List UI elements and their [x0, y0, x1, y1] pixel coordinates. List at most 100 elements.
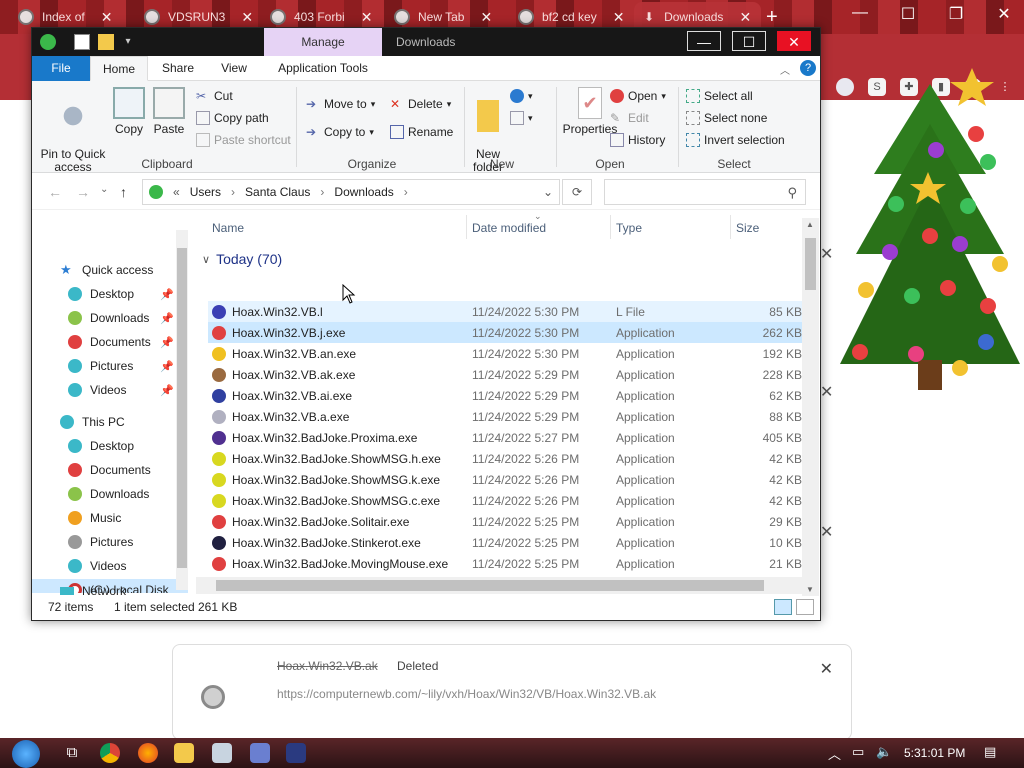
copy-button[interactable]: Copy	[112, 87, 146, 136]
search-input[interactable]: ⚲	[604, 179, 806, 205]
restore-button[interactable]: ❐	[936, 4, 976, 24]
chevron-down-icon[interactable]: ▾	[120, 34, 136, 50]
close-icon[interactable]: ✕	[820, 522, 833, 542]
chevron-down-icon[interactable]: ⌄	[100, 184, 108, 195]
paste-button[interactable]: Paste	[152, 87, 186, 136]
remove-download-button[interactable]: ✕	[820, 659, 833, 679]
invert-selection-button[interactable]: Invert selection	[686, 133, 785, 147]
new-folder-icon[interactable]	[98, 34, 114, 50]
scroll-thumb[interactable]	[216, 580, 764, 591]
rename-button[interactable]: Rename	[390, 125, 453, 139]
manage-tab[interactable]: Manage	[264, 28, 382, 56]
close-button[interactable]: ✕	[777, 31, 811, 51]
group-header[interactable]: ∨ Today (70)	[202, 251, 282, 267]
column-name[interactable]: Name	[212, 221, 244, 235]
clock[interactable]: 5:31:01 PM	[904, 746, 965, 760]
open-button[interactable]: Open ▾	[610, 89, 666, 103]
nav-item-documents[interactable]: Documents 📌	[32, 331, 188, 353]
forward-arrow-icon[interactable]: →	[76, 184, 90, 200]
close-icon[interactable]: ✕	[739, 9, 751, 26]
history-button[interactable]: History	[610, 133, 665, 147]
close-button[interactable]: ✕	[984, 4, 1024, 24]
scroll-up-icon[interactable]: ▲	[806, 220, 814, 229]
column-divider[interactable]	[466, 215, 467, 239]
scroll-thumb[interactable]	[805, 238, 816, 290]
column-divider[interactable]	[730, 215, 731, 239]
minimize-button[interactable]: —	[687, 31, 721, 51]
download-url[interactable]: https://computernewb.com/~lily/vxh/Hoax/…	[277, 687, 656, 701]
scroll-down-icon[interactable]: ▼	[806, 585, 814, 594]
nav-item-downloads[interactable]: Downloads 📌	[32, 307, 188, 329]
nav-network[interactable]: Network	[60, 586, 170, 596]
paste-shortcut-button[interactable]: Paste shortcut	[196, 133, 291, 147]
tab-view[interactable]: View	[208, 56, 260, 81]
vertical-scrollbar[interactable]: ▲ ▼	[802, 218, 819, 596]
close-icon[interactable]: ✕	[613, 9, 625, 26]
file-row[interactable]: Hoax.Win32.BadJoke.ShowMSG.c.exe 11/24/20…	[208, 490, 802, 511]
large-icons-view-button[interactable]	[796, 599, 814, 615]
file-explorer-icon[interactable]	[174, 743, 194, 763]
app-icon[interactable]	[250, 743, 270, 763]
file-row[interactable]: Hoax.Win32.BadJoke.Stinkerot.exe 11/24/20…	[208, 532, 802, 553]
task-view-icon[interactable]: ⧉	[62, 743, 82, 763]
file-row[interactable]: Hoax.Win32.VB.l 11/24/2022 5:30 PM L File 8…	[208, 301, 802, 322]
move-to-button[interactable]: ➔ Move to ▾	[306, 97, 375, 111]
chevron-up-icon[interactable]: ︿	[828, 744, 841, 763]
firefox-icon[interactable]	[138, 743, 158, 763]
properties-icon[interactable]	[74, 34, 90, 50]
file-row[interactable]: Hoax.Win32.VB.ai.exe 11/24/2022 5:29 PM Ap…	[208, 385, 802, 406]
tab-file[interactable]: File	[32, 56, 90, 81]
file-row[interactable]: Hoax.Win32.VB.j.exe 11/24/2022 5:30 PM App…	[208, 322, 802, 343]
nav-pc-documents[interactable]: Documents	[32, 459, 188, 481]
details-view-button[interactable]	[774, 599, 792, 615]
nav-pc-desktop[interactable]: Desktop	[32, 435, 188, 457]
tab-share[interactable]: Share	[152, 56, 204, 81]
close-icon[interactable]: ✕	[241, 9, 253, 26]
close-icon[interactable]: ✕	[820, 244, 833, 264]
nav-quick-access[interactable]: ★ Quick access	[32, 259, 188, 281]
refresh-button[interactable]: ⟳	[562, 179, 592, 205]
close-icon[interactable]: ✕	[361, 9, 373, 26]
back-arrow-icon[interactable]: ←	[48, 184, 62, 200]
help-icon[interactable]: ?	[800, 60, 816, 76]
breadcrumb-users[interactable]: Users	[190, 185, 221, 199]
chrome-icon[interactable]	[100, 743, 120, 763]
file-row[interactable]: Hoax.Win32.VB.ak.exe 11/24/2022 5:29 PM Ap…	[208, 364, 802, 385]
nav-item-pictures[interactable]: Pictures 📌	[32, 355, 188, 377]
nav-item-videos[interactable]: Videos 📌	[32, 379, 188, 401]
title-bar[interactable]: ▾ Manage Downloads — ☐ ✕	[32, 28, 820, 56]
nav-pc-pictures[interactable]: Pictures	[32, 531, 188, 553]
network-icon[interactable]: ▭	[852, 744, 864, 760]
maximize-button[interactable]: ☐	[888, 4, 928, 24]
up-arrow-icon[interactable]: ↑	[120, 184, 127, 200]
breadcrumb-overflow[interactable]: «	[173, 185, 180, 199]
close-icon[interactable]: ✕	[101, 9, 113, 26]
app-icon[interactable]	[286, 743, 306, 763]
breadcrumb-santa-claus[interactable]: Santa Claus	[245, 185, 310, 199]
app-icon[interactable]	[212, 743, 232, 763]
column-size[interactable]: Size	[736, 221, 759, 235]
nav-item-desktop[interactable]: Desktop 📌	[32, 283, 188, 305]
file-row[interactable]: Hoax.Win32.BadJoke.ShowMSG.h.exe 11/24/20…	[208, 448, 802, 469]
pin-to-quick-access-button[interactable]: Pin to Quick access	[40, 87, 106, 174]
column-type[interactable]: Type	[616, 221, 642, 235]
select-none-button[interactable]: Select none	[686, 111, 767, 125]
file-row[interactable]: Hoax.Win32.VB.a.exe 11/24/2022 5:29 PM App…	[208, 406, 802, 427]
column-date-modified[interactable]: Date modified	[472, 221, 546, 235]
file-row[interactable]: Hoax.Win32.VB.an.exe 11/24/2022 5:30 PM Ap…	[208, 343, 802, 364]
copy-to-button[interactable]: ➔ Copy to ▾	[306, 125, 374, 139]
chevron-up-icon[interactable]: ︿	[780, 62, 790, 77]
chevron-down-icon[interactable]: ⌄	[543, 185, 553, 199]
volume-icon[interactable]: 🔈	[876, 744, 892, 760]
scroll-thumb[interactable]	[177, 248, 187, 568]
breadcrumb-downloads[interactable]: Downloads	[334, 185, 393, 199]
nav-pc-videos[interactable]: Videos	[32, 555, 188, 577]
file-row[interactable]: Hoax.Win32.BadJoke.Proxima.exe 11/24/2022…	[208, 427, 802, 448]
column-divider[interactable]	[610, 215, 611, 239]
easy-access-button[interactable]: ▾	[510, 111, 533, 125]
file-row[interactable]: Hoax.Win32.BadJoke.Solitair.exe 11/24/202…	[208, 511, 802, 532]
start-button[interactable]	[12, 740, 40, 768]
new-item-button[interactable]: ▾	[510, 89, 533, 103]
notification-icon[interactable]: ▤	[984, 744, 996, 760]
close-icon[interactable]: ✕	[820, 382, 833, 402]
